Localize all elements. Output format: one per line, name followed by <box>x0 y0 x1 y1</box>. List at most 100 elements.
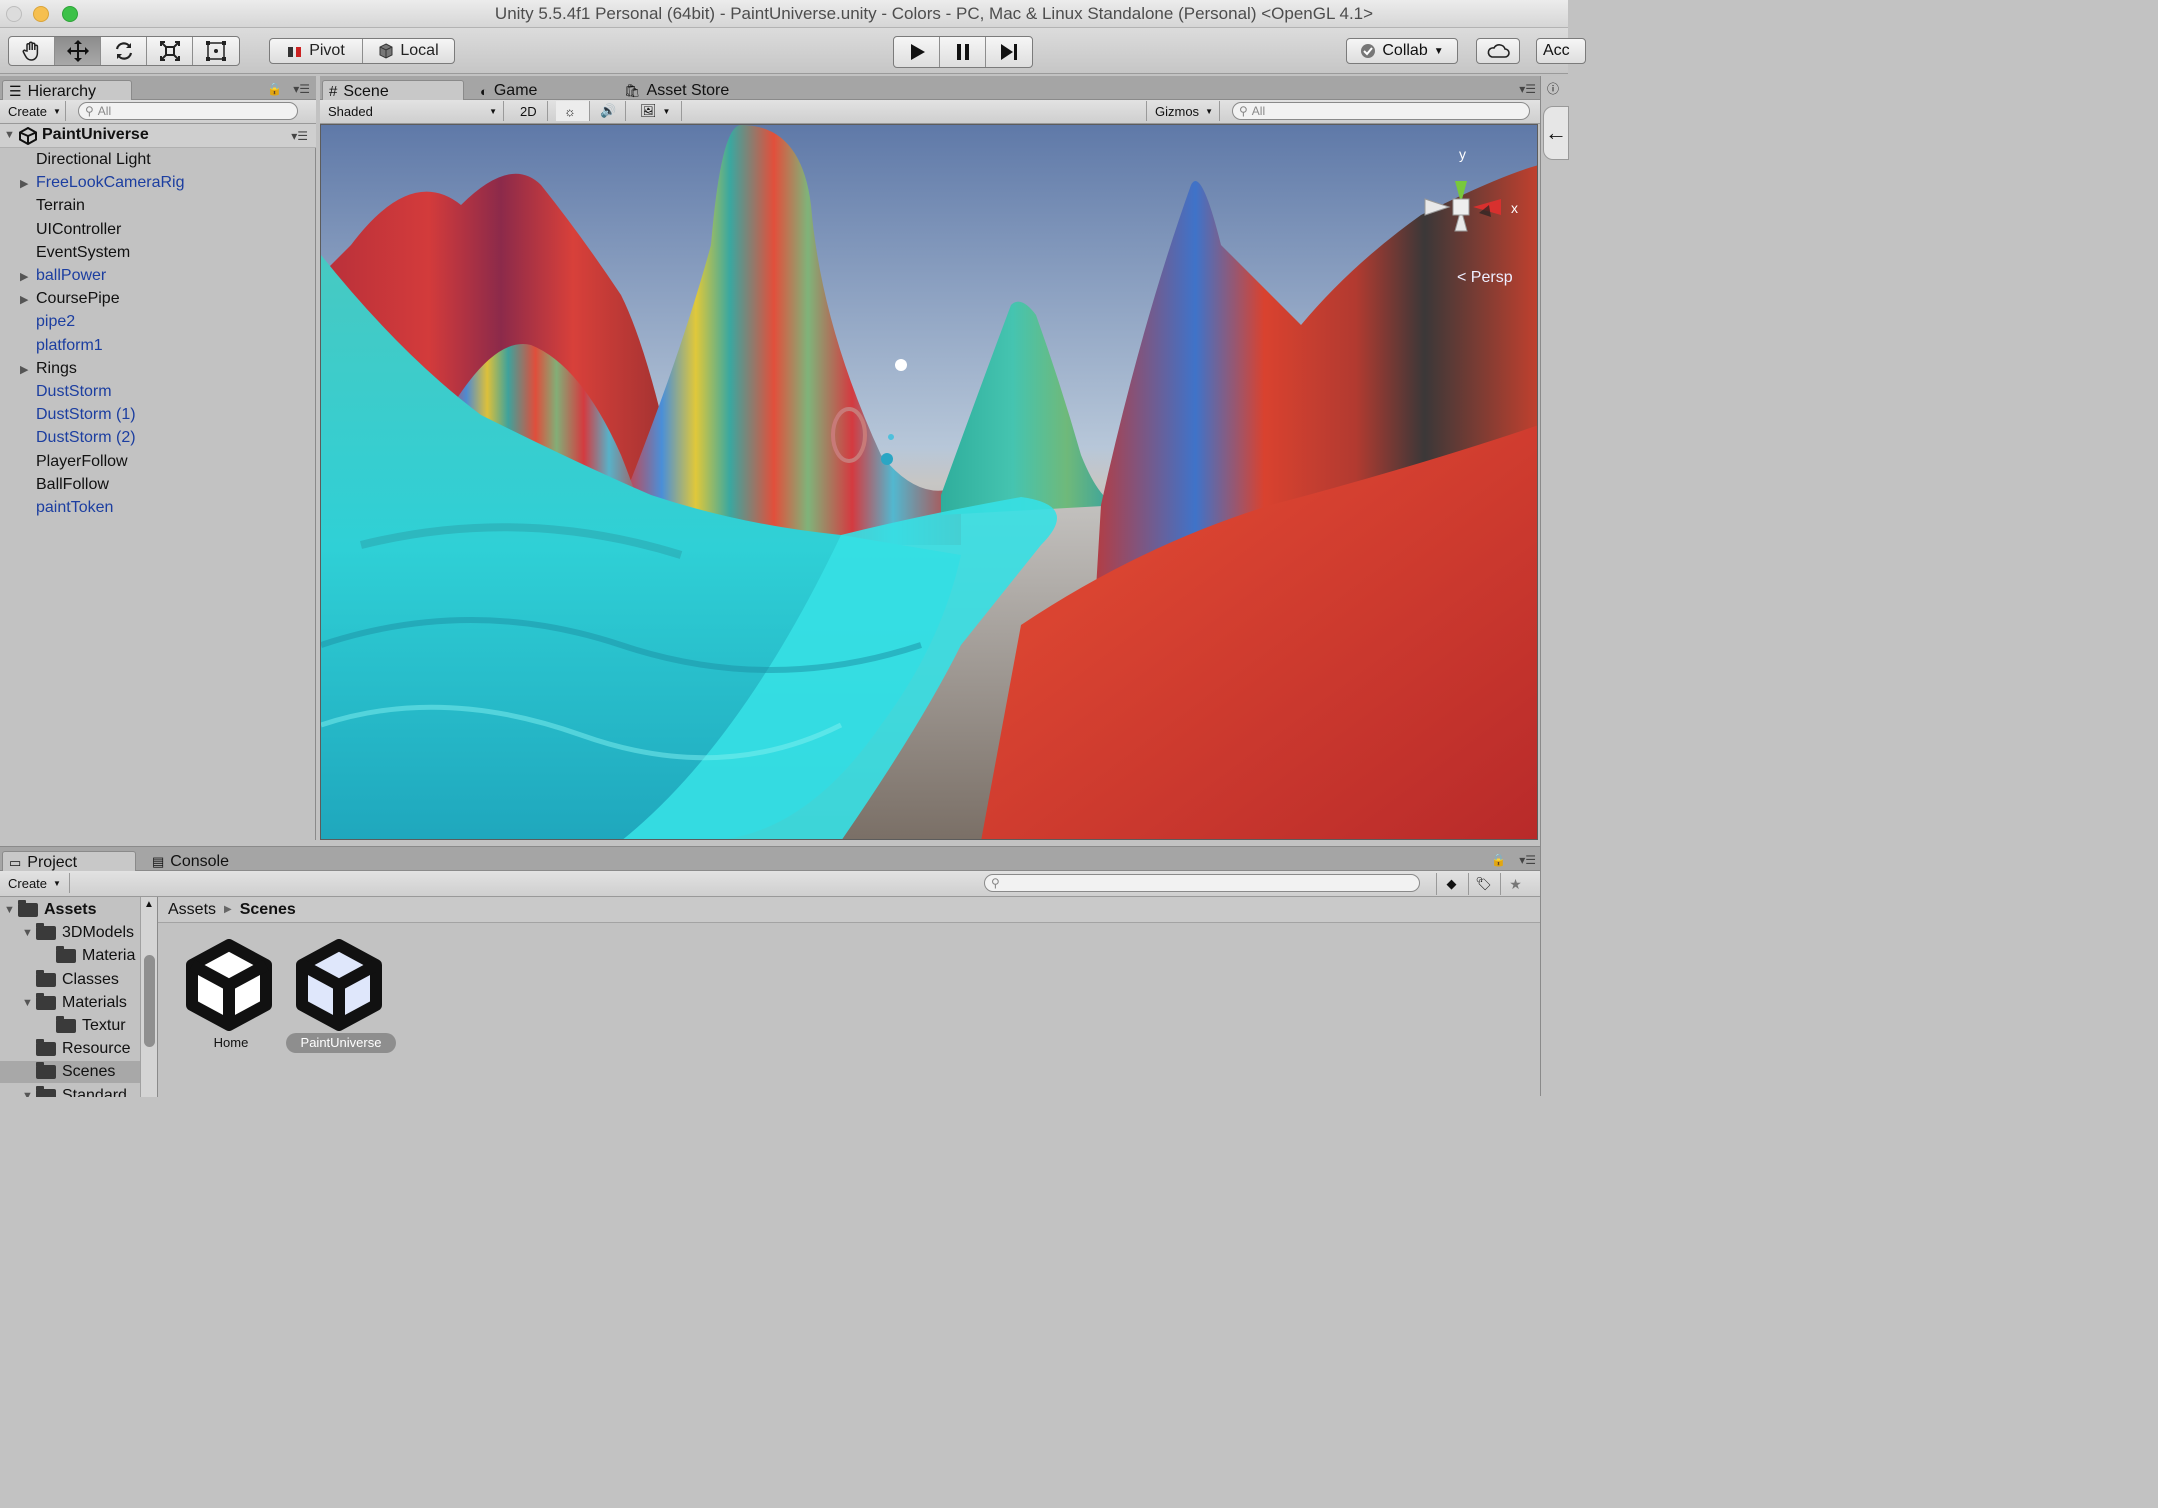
hierarchy-item[interactable]: Directional Light <box>36 149 151 171</box>
expand-arrow-icon[interactable]: ▼ <box>4 904 15 916</box>
folder-icon <box>36 1039 56 1057</box>
tab-console[interactable]: ▤ Console <box>146 851 276 873</box>
pivot-toggle[interactable]: Pivot <box>270 39 363 63</box>
tree-scrollbar[interactable]: ▲ <box>140 897 157 1097</box>
lighting-toggle[interactable]: ☼ <box>556 101 590 121</box>
local-toggle[interactable]: Local <box>363 39 454 63</box>
scene-menu-icon[interactable]: ▾☰ <box>291 129 308 143</box>
lock-icon[interactable]: 🔒 <box>1491 853 1506 867</box>
hierarchy-item[interactable]: Rings <box>36 358 77 380</box>
tree-folder-label: Classes <box>62 970 119 988</box>
search-by-type-button[interactable]: ◆ <box>1436 873 1466 895</box>
scene-root-row[interactable]: ▼ PaintUniverse ▾☰ <box>0 124 316 148</box>
hierarchy-item[interactable]: DustStorm (2) <box>36 427 136 449</box>
panel-menu-icon[interactable]: ▾☰ <box>293 82 310 96</box>
projection-toggle[interactable]: < Persp <box>1457 269 1513 287</box>
maximize-window-button[interactable] <box>62 6 78 22</box>
search-icon: ⚲ <box>85 104 94 118</box>
expand-arrow-icon[interactable]: ▶ <box>20 363 28 376</box>
audio-toggle[interactable]: 🔊 <box>592 101 626 121</box>
hierarchy-item[interactable]: FreeLookCameraRig <box>36 172 185 194</box>
hierarchy-item[interactable]: CoursePipe <box>36 288 120 310</box>
hierarchy-item[interactable]: BallFollow <box>36 474 109 496</box>
hierarchy-item[interactable]: ballPower <box>36 265 106 287</box>
folder-icon <box>36 992 56 1010</box>
hierarchy-create-dropdown[interactable]: Create ▼ <box>0 101 66 121</box>
pause-button[interactable] <box>940 37 986 67</box>
scrollbar-thumb[interactable] <box>144 955 155 1047</box>
collab-dropdown[interactable]: Collab ▼ <box>1346 38 1458 64</box>
tree-folder-item[interactable]: Resource <box>36 1038 130 1060</box>
move-tool-button[interactable] <box>55 37 101 65</box>
scale-tool-button[interactable] <box>147 37 193 65</box>
orientation-gizmo[interactable]: y x < Persp <box>1417 133 1527 286</box>
asset-home[interactable]: Home <box>176 939 286 1059</box>
expand-arrow-icon[interactable]: ▼ <box>4 129 15 141</box>
back-arrow-button[interactable]: ← <box>1543 106 1569 160</box>
hierarchy-item[interactable]: EventSystem <box>36 242 130 264</box>
rotate-tool-button[interactable] <box>101 37 147 65</box>
tab-scene[interactable]: # Scene <box>322 80 464 102</box>
play-button[interactable] <box>894 37 941 67</box>
hierarchy-item[interactable]: UIController <box>36 219 121 241</box>
breadcrumb-scenes[interactable]: Scenes <box>240 901 296 919</box>
expand-arrow-icon[interactable]: ▼ <box>22 1090 33 1097</box>
lock-icon[interactable]: 🔒 <box>267 82 282 96</box>
chevron-down-icon: ▼ <box>662 106 671 116</box>
panel-menu-icon[interactable]: ▾☰ <box>1519 853 1536 867</box>
tree-folder-item[interactable]: Classes <box>36 969 119 991</box>
folder-icon <box>36 969 56 987</box>
folder-icon <box>56 1016 76 1033</box>
scroll-up-icon[interactable]: ▲ <box>144 899 154 910</box>
tree-folder-item[interactable]: Textur <box>56 1015 126 1037</box>
expand-arrow-icon[interactable]: ▶ <box>20 293 28 306</box>
rect-tool-button[interactable] <box>193 37 239 65</box>
effects-dropdown[interactable]: 🖼 ▼ <box>632 101 682 121</box>
tree-folder-item[interactable]: Standard <box>36 1085 127 1097</box>
expand-arrow-icon[interactable]: ▼ <box>22 997 33 1009</box>
hierarchy-item[interactable]: platform1 <box>36 335 103 357</box>
project-search-input[interactable]: ⚲ <box>984 874 1420 892</box>
favorites-button[interactable]: ★ <box>1500 873 1530 895</box>
tab-asset-store[interactable]: 🛍 Asset Store <box>618 80 778 102</box>
hierarchy-item[interactable]: pipe2 <box>36 311 75 333</box>
expand-arrow-icon[interactable]: ▶ <box>20 270 28 283</box>
hand-tool-button[interactable] <box>9 37 55 65</box>
scene-search-input[interactable]: ⚲ All <box>1232 102 1530 120</box>
hierarchy-search-input[interactable]: ⚲ All <box>78 102 298 120</box>
project-tabstrip: ▭ Project ▤ Console 🔒 ▾☰ <box>0 847 1540 873</box>
step-button[interactable] <box>986 37 1032 67</box>
info-icon[interactable]: ⓘ <box>1547 80 1559 97</box>
hand-icon <box>22 41 38 61</box>
asset-paintuniverse[interactable]: PaintUniverse <box>286 939 396 1059</box>
tree-folder-item[interactable]: 3DModels <box>36 922 134 944</box>
panel-menu-icon[interactable]: ▾☰ <box>1519 82 1536 96</box>
cloud-button[interactable] <box>1476 38 1520 64</box>
close-window-button[interactable] <box>6 6 22 22</box>
hierarchy-item[interactable]: Terrain <box>36 195 85 217</box>
minimize-window-button[interactable] <box>33 6 49 22</box>
project-create-dropdown[interactable]: Create ▼ <box>0 873 70 893</box>
tab-game[interactable]: ◐ Game <box>474 80 604 102</box>
tree-folder-item[interactable]: Scenes <box>36 1061 115 1083</box>
tree-folder-item[interactable]: Materia <box>56 945 135 967</box>
hierarchy-item[interactable]: DustStorm (1) <box>36 404 136 426</box>
hierarchy-panel: ☰ Hierarchy 🔒 ▾☰ Create ▼ ⚲ All ▼ PaintU… <box>0 76 316 840</box>
expand-arrow-icon[interactable]: ▶ <box>20 177 28 190</box>
tab-hierarchy[interactable]: ☰ Hierarchy <box>2 80 132 102</box>
tree-folder-item[interactable]: Assets <box>18 899 96 921</box>
tab-project[interactable]: ▭ Project <box>2 851 136 873</box>
2d-toggle[interactable]: 2D <box>514 101 548 121</box>
gizmos-dropdown[interactable]: Gizmos ▼ <box>1146 101 1220 121</box>
expand-arrow-icon[interactable]: ▼ <box>22 927 33 939</box>
scene-viewport[interactable]: y x < Persp <box>320 124 1538 840</box>
shading-mode-dropdown[interactable]: Shaded ▼ <box>320 101 504 121</box>
account-dropdown[interactable]: Acc <box>1536 38 1586 64</box>
main-toolbar: Pivot Local Collab ▼ Acc <box>0 28 1586 74</box>
hierarchy-item[interactable]: DustStorm <box>36 381 112 403</box>
hierarchy-item[interactable]: PlayerFollow <box>36 451 128 473</box>
search-by-label-button[interactable]: 🏷 <box>1468 873 1498 895</box>
breadcrumb-assets[interactable]: Assets <box>168 901 216 919</box>
hierarchy-item[interactable]: paintToken <box>36 497 113 519</box>
tree-folder-item[interactable]: Materials <box>36 992 127 1014</box>
